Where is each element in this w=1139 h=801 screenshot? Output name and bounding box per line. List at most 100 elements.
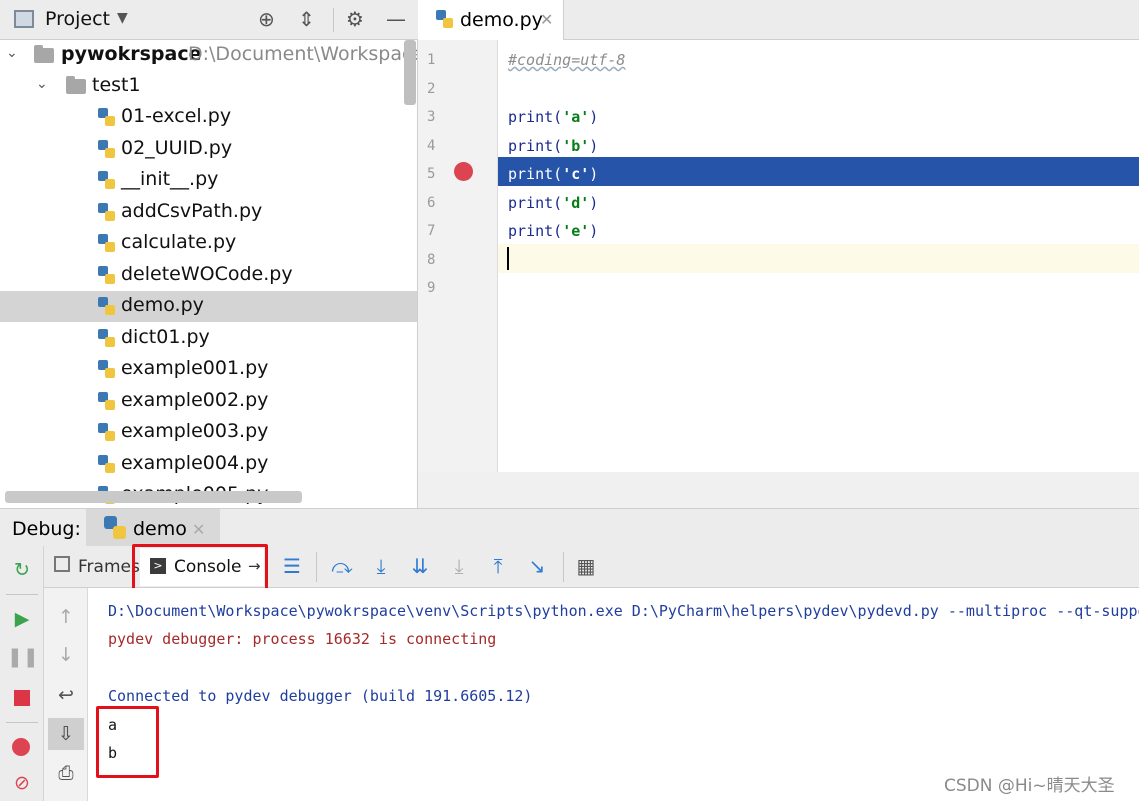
tree-file-item[interactable]: demo.py (0, 291, 417, 322)
tree-file-item[interactable]: example002.py (0, 386, 417, 417)
arrow-down-icon[interactable]: ↓ (51, 644, 81, 666)
code-call: print( (508, 137, 563, 155)
gear-icon[interactable]: ⚙ (346, 7, 364, 31)
evaluate-expression-icon[interactable]: ▦ (574, 554, 598, 578)
soft-wrap-icon[interactable]: ↩ (51, 684, 81, 706)
file-name: example004.py (121, 451, 269, 474)
code-paren: ) (589, 222, 599, 240)
force-step-into-icon[interactable]: ⤓ (447, 554, 471, 578)
minimize-icon[interactable]: — (386, 7, 406, 31)
file-name: example002.py (121, 388, 269, 411)
watermark: CSDN @Hi~晴天大圣 (944, 776, 1115, 796)
step-out-icon[interactable]: ⤒ (486, 554, 510, 578)
divider (563, 552, 564, 582)
file-name: dict01.py (121, 325, 210, 348)
editor-status-area (418, 472, 1139, 508)
console-line-connected: Connected to pydev debugger (build 191.6… (108, 687, 533, 705)
tab-frames-label: Frames (78, 557, 140, 577)
run-to-cursor-icon[interactable]: ↘ (525, 554, 549, 578)
python-file-icon (98, 423, 115, 441)
view-breakpoints-icon[interactable] (12, 738, 30, 756)
console-line-command: D:\Document\Workspace\pywokrspace\venv\S… (108, 602, 1139, 620)
code-line-4: print('b') (508, 137, 598, 155)
frames-icon (54, 556, 70, 572)
code-paren: ) (589, 108, 599, 126)
chevron-down-icon[interactable]: ▼ (117, 10, 128, 26)
console-line-connecting: pydev debugger: process 16632 is connect… (108, 630, 497, 648)
rerun-icon[interactable]: ↻ (7, 559, 37, 581)
text-caret (507, 247, 509, 270)
file-name: __init__.py (121, 168, 219, 190)
tree-file-item[interactable]: dict01.py (0, 323, 417, 354)
code-string: 'd' (562, 194, 590, 212)
python-file-icon (98, 360, 115, 378)
code-line-6: print('d') (508, 194, 598, 212)
code-paren: ) (589, 194, 599, 212)
file-name: demo.py (121, 294, 204, 316)
editor-tab-demo[interactable]: demo.py ✕ (418, 0, 564, 40)
tree-file-item[interactable]: 02_UUID.py (0, 134, 417, 165)
code-string: 'c' (562, 165, 590, 183)
chevron-down-icon[interactable]: ⌄ (6, 45, 18, 61)
code-string: 'a' (562, 108, 590, 126)
close-icon[interactable]: ✕ (192, 520, 205, 539)
code-paren: ) (589, 165, 599, 183)
pause-icon[interactable]: ❚❚ (7, 646, 39, 668)
mute-breakpoints-icon[interactable]: ⊘ (7, 772, 37, 794)
chevron-down-icon[interactable]: ⌄ (36, 76, 48, 92)
code-line-1: #coding=utf-8 (508, 51, 625, 69)
python-file-icon (98, 391, 115, 410)
tree-file-item[interactable]: addCsvPath.py (0, 197, 417, 228)
divider (316, 552, 317, 582)
stop-icon[interactable] (14, 690, 30, 706)
code-comment: #coding=utf-8 (508, 51, 626, 69)
file-name: example003.py (121, 420, 269, 442)
project-horizontal-scrollbar[interactable] (5, 491, 302, 503)
annotation-box-console-output (96, 706, 159, 778)
code-call: print( (508, 165, 563, 183)
project-vertical-scrollbar[interactable] (404, 40, 416, 105)
line-number: 6 (427, 194, 436, 211)
project-view-icon[interactable] (14, 10, 34, 28)
step-into-my-code-icon[interactable]: ⇊ (408, 554, 432, 578)
tree-file-item[interactable]: example004.py (0, 449, 417, 480)
file-name: calculate.py (121, 231, 237, 253)
file-name: example001.py (121, 357, 269, 379)
locate-icon[interactable]: ⊕ (258, 7, 275, 31)
file-name: addCsvPath.py (121, 199, 263, 222)
scroll-to-end-icon[interactable]: ⇩ (48, 718, 84, 750)
step-into-icon[interactable]: ⤓ (369, 554, 393, 578)
root-folder-name: pywokrspace (61, 43, 202, 65)
tree-root-pywokrspace[interactable]: ⌄ pywokrspace D:\Document\Workspace\p (0, 40, 417, 71)
menu-lines-icon[interactable]: ☰ (280, 554, 304, 578)
arrow-up-icon[interactable]: ↑ (51, 606, 81, 628)
tree-file-item[interactable]: calculate.py (0, 228, 417, 259)
project-view-title[interactable]: Project (45, 8, 110, 30)
tree-folder-test1[interactable]: ⌄ test1 (0, 71, 417, 102)
breakpoint-icon[interactable] (454, 162, 473, 181)
line-number: 1 (427, 52, 436, 68)
collapse-all-icon[interactable]: ⇕ (298, 7, 315, 31)
tree-file-item[interactable]: 01-excel.py (0, 102, 417, 133)
folder-name: test1 (92, 74, 141, 96)
python-file-icon (98, 265, 115, 284)
python-file-icon (98, 108, 115, 126)
console-side-toolbar: ↑ ↓ ↩ ⇩ ⎙ (44, 588, 88, 801)
editor-tab-label: demo.py (460, 9, 543, 31)
current-line-highlight (498, 244, 1139, 273)
line-number: 9 (427, 280, 436, 296)
debug-session-label: demo (133, 518, 187, 540)
tree-file-item[interactable]: example001.py (0, 354, 417, 385)
step-over-icon[interactable]: ⤼ (330, 554, 354, 578)
divider (333, 8, 334, 32)
print-icon[interactable]: ⎙ (51, 762, 81, 784)
debug-title: Debug: (12, 518, 81, 540)
close-icon[interactable]: ✕ (540, 10, 553, 29)
file-name: 02_UUID.py (121, 136, 233, 159)
code-string: 'e' (562, 222, 590, 240)
tree-file-item[interactable]: __init__.py (0, 165, 417, 196)
file-name: 01-excel.py (121, 105, 232, 127)
tree-file-item[interactable]: deleteWOCode.py (0, 260, 417, 291)
tree-file-item[interactable]: example003.py (0, 417, 417, 448)
resume-icon[interactable]: ▶ (7, 608, 37, 630)
